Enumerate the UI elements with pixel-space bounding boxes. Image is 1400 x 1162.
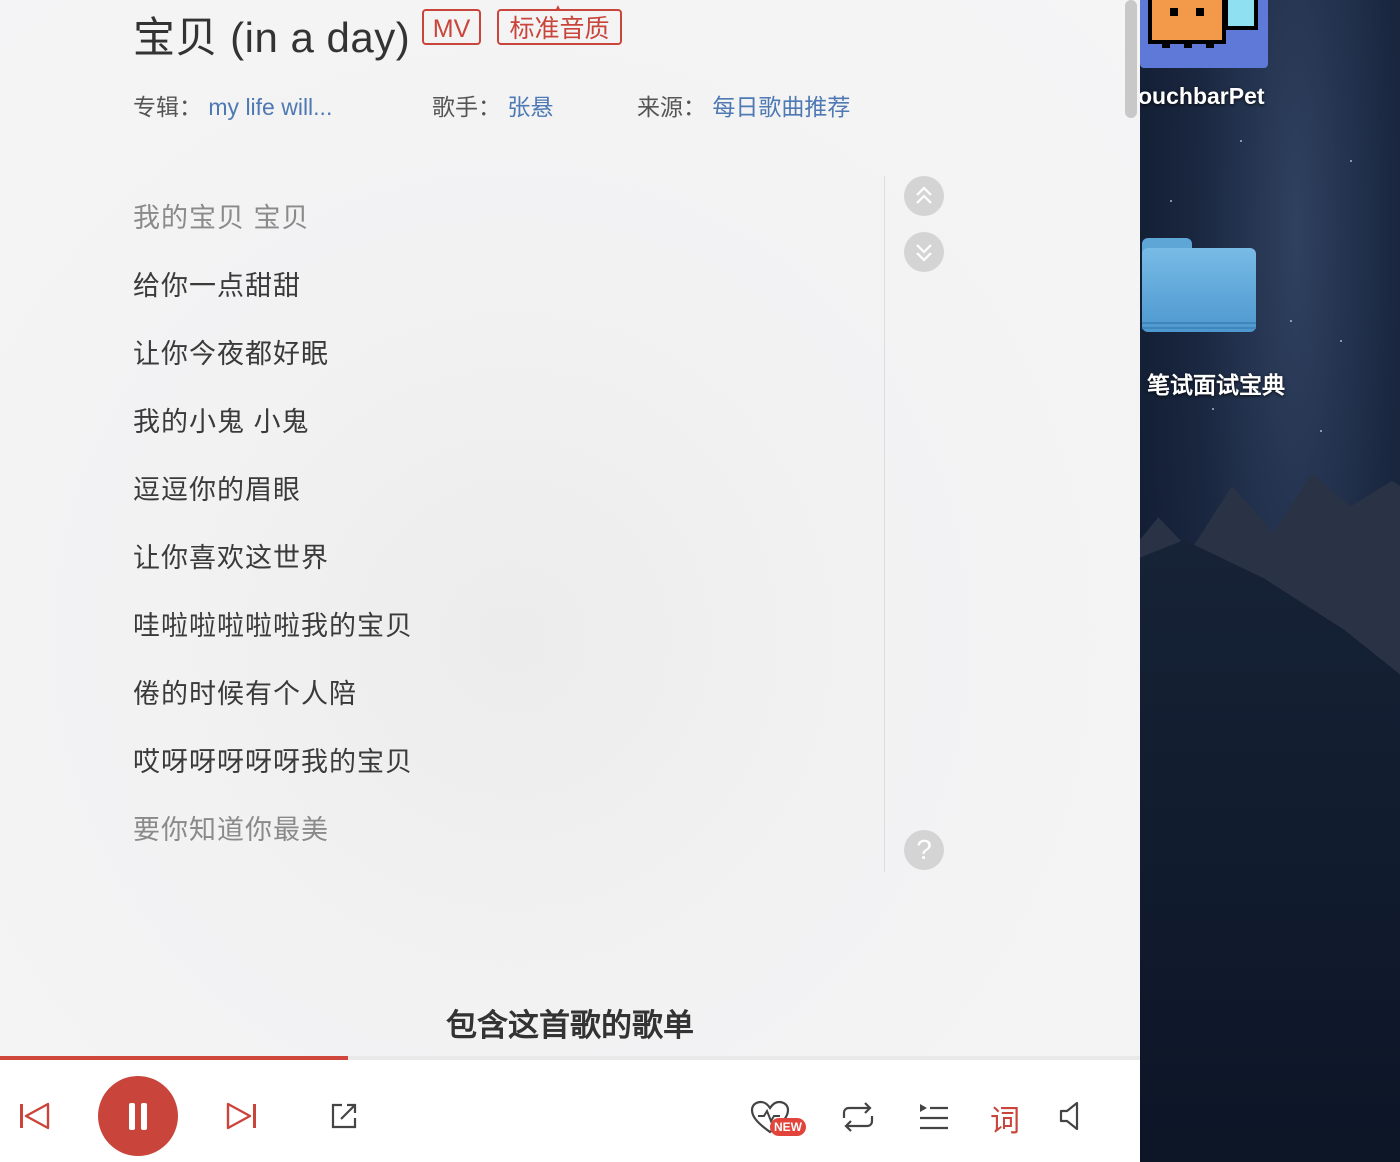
- quality-label: 标准音质: [509, 15, 610, 43]
- progress-track[interactable]: [0, 1056, 1140, 1060]
- star: [1170, 200, 1172, 202]
- repeat-icon: [842, 1102, 874, 1132]
- play-queue-button[interactable]: [918, 1102, 950, 1132]
- skip-next-icon: [226, 1102, 256, 1130]
- pixel-foot: [1206, 40, 1214, 48]
- music-player-window: 宝贝 (in a day) MV ▲ 标准音质 专辑： my life will…: [0, 0, 1140, 1162]
- lyrics-help-button[interactable]: ?: [904, 830, 944, 870]
- lyric-line: 让你喜欢这世界: [133, 543, 329, 573]
- source-info: 来源： 每日歌曲推荐: [637, 88, 850, 122]
- song-title: 宝贝 (in a day): [133, 14, 411, 61]
- next-track-button[interactable]: [226, 1102, 258, 1130]
- caret-up-icon: ▲: [553, 3, 563, 14]
- star: [1320, 430, 1322, 432]
- quality-button[interactable]: ▲ 标准音质: [497, 4, 622, 45]
- folder-icon[interactable]: [1142, 238, 1256, 332]
- new-badge: NEW: [770, 1118, 806, 1136]
- scrollbar-thumb[interactable]: [1125, 0, 1137, 118]
- touchbarpet-label[interactable]: ouchbarPet: [1140, 83, 1265, 110]
- star: [1350, 160, 1352, 162]
- pause-icon-bar: [141, 1103, 147, 1130]
- pixel-eye: [1170, 8, 1178, 16]
- heart-mode-button[interactable]: NEW: [750, 1100, 808, 1138]
- star: [1340, 340, 1342, 342]
- pause-icon-bar: [129, 1103, 135, 1130]
- touchbarpet-app-icon[interactable]: [1140, 0, 1268, 68]
- playlists-section-heading: 包含这首歌的歌单: [446, 1008, 694, 1043]
- lyric-line: 我的宝贝 宝贝: [133, 203, 310, 233]
- share-button[interactable]: [328, 1100, 360, 1132]
- folder-label[interactable]: 笔试面试宝典: [1147, 366, 1285, 400]
- folder-body: [1142, 248, 1256, 332]
- player-bar: NEW 词: [0, 1056, 1140, 1162]
- album-info: 专辑： my life will...: [133, 88, 332, 122]
- lyrics-toggle-button[interactable]: 词: [990, 1096, 1020, 1140]
- loop-mode-button[interactable]: [840, 1102, 876, 1132]
- share-icon: [331, 1103, 357, 1129]
- lyrics-divider: [884, 176, 885, 872]
- progress-fill: [0, 1056, 348, 1060]
- lyric-line: 给你一点甜甜: [133, 271, 301, 301]
- lyric-line: 我的小鬼 小鬼: [133, 407, 310, 437]
- skip-previous-icon: [20, 1102, 50, 1130]
- pause-button[interactable]: [98, 1076, 178, 1156]
- speaker-icon: [1059, 1101, 1079, 1131]
- singer-info: 歌手： 张悬: [432, 88, 553, 122]
- star: [1212, 408, 1214, 410]
- source-link[interactable]: 每日歌曲推荐: [712, 94, 850, 120]
- singer-link[interactable]: 张悬: [507, 94, 553, 120]
- question-icon: ?: [916, 834, 932, 865]
- star: [1290, 320, 1292, 322]
- singer-label: 歌手：: [432, 94, 501, 120]
- pixel-foot: [1184, 40, 1192, 48]
- previous-track-button[interactable]: [18, 1102, 50, 1130]
- lyrics-scroll-up-button[interactable]: [904, 176, 944, 216]
- album-label: 专辑：: [133, 94, 202, 120]
- lyric-line: 逗逗你的眉眼: [133, 475, 301, 505]
- album-link[interactable]: my life will...: [208, 94, 332, 120]
- double-chevron-down-icon: [916, 244, 932, 262]
- folder-line: [1142, 327, 1256, 329]
- pixel-eye: [1196, 8, 1204, 16]
- pixel-wing: [1228, 0, 1254, 26]
- pixel-foot: [1162, 40, 1170, 48]
- folder-line: [1142, 322, 1256, 324]
- lyric-line: 哎呀呀呀呀呀我的宝贝: [133, 747, 413, 777]
- mv-button[interactable]: MV: [422, 9, 481, 45]
- double-chevron-up-icon: [916, 186, 932, 204]
- lyric-line: 要你知道你最美: [133, 815, 329, 845]
- volume-button[interactable]: [1058, 1100, 1084, 1132]
- star: [1240, 140, 1242, 142]
- lyric-line: 让你今夜都好眠: [133, 339, 329, 369]
- desktop-background: ouchbarPet 笔试面试宝典: [1140, 0, 1400, 1162]
- pixel-cat: [1152, 0, 1222, 40]
- lyric-line: 倦的时候有个人陪: [133, 679, 357, 709]
- source-label: 来源：: [637, 94, 706, 120]
- lyrics-scroll-down-button[interactable]: [904, 232, 944, 272]
- playlist-icon: [920, 1104, 948, 1130]
- lyric-line: 哇啦啦啦啦啦我的宝贝: [133, 611, 413, 641]
